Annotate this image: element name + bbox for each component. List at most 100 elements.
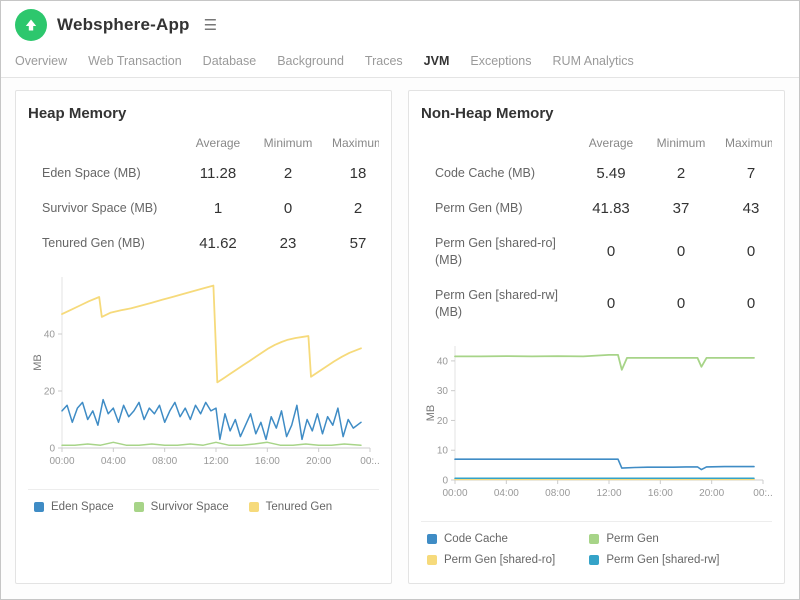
tab-jvm[interactable]: JVM	[424, 49, 450, 77]
survivor-space-swatch	[133, 502, 144, 512]
legend-item-eden-space[interactable]: Eden Space	[34, 501, 114, 513]
table-row: Code Cache (MB) 5.49 2 7	[421, 156, 772, 191]
legend-label: Perm Gen	[606, 532, 659, 545]
empty-header-cell	[421, 128, 576, 156]
legend-label: Tenured Gen	[265, 501, 333, 513]
tab-exceptions[interactable]: Exceptions	[470, 49, 531, 77]
table-header-row: Average Minimum Maximum	[28, 128, 379, 156]
non-heap-stats-table: Average Minimum Maximum Code Cache (MB) …	[421, 128, 772, 330]
avg-value: 11.28	[199, 165, 237, 182]
legend-item-perm-gen-shared-rw[interactable]: Perm Gen [shared-rw]	[589, 554, 731, 566]
min-value: 37	[672, 200, 690, 217]
eden-space-swatch	[34, 502, 44, 512]
tab-database[interactable]: Database	[203, 49, 257, 77]
table-row: Perm Gen [shared-ro] (MB) 0 0 0	[421, 226, 772, 278]
non-heap-memory-chart: 0 10 20 30 40 00:00 04:00 08:00 12:00 16:00 20:00 0…	[421, 338, 773, 511]
col-average: Average	[195, 136, 241, 150]
avg-value: 1	[213, 200, 223, 217]
perm-gen-swatch	[589, 533, 600, 544]
tab-rum-analytics[interactable]: RUM Analytics	[553, 49, 634, 77]
svg-text:0: 0	[49, 444, 55, 455]
app-status-icon	[15, 9, 47, 41]
up-arrow-icon	[25, 19, 37, 31]
legend-item-code-cache[interactable]: Code Cache	[427, 533, 569, 545]
empty-header-cell	[28, 128, 183, 156]
table-row: Eden Space (MB) 11.28 2 18	[28, 156, 379, 191]
min-value: 2	[676, 165, 686, 182]
svg-text:20:00: 20:00	[699, 488, 724, 499]
page-title: Websphere-App	[57, 15, 190, 34]
svg-text:12:00: 12:00	[203, 456, 228, 467]
max-value: 18	[349, 165, 367, 182]
hamburger-menu-icon[interactable]: ☰	[204, 18, 217, 33]
col-minimum: Minimum	[656, 136, 706, 150]
svg-text:00:..: 00:..	[753, 488, 772, 499]
row-label: Tenured Gen (MB)	[42, 236, 145, 251]
heap-chart-legend: Eden Space Survivor Space Tenured Gen	[28, 489, 379, 515]
col-minimum: Minimum	[263, 136, 313, 150]
tab-traces[interactable]: Traces	[365, 49, 403, 77]
legend-label: Perm Gen [shared-ro]	[444, 553, 556, 566]
min-value: 0	[283, 200, 293, 217]
col-maximum: Maximum	[724, 136, 772, 150]
min-value: 0	[676, 243, 686, 261]
legend-label: Survivor Space	[150, 501, 229, 513]
svg-text:00:00: 00:00	[49, 456, 74, 467]
svg-text:MB: MB	[32, 354, 44, 371]
legend-label: Code Cache	[444, 532, 508, 545]
app-window: Websphere-App ☰ Overview Web Transaction…	[0, 0, 800, 600]
max-value: 57	[349, 235, 367, 252]
non-heap-chart-legend: Code Cache Perm Gen Perm Gen [shared-ro]…	[421, 520, 772, 568]
min-value: 2	[283, 165, 293, 182]
table-row: Perm Gen (MB) 41.83 37 43	[421, 191, 772, 226]
heap-memory-panel: Heap Memory Average Minimum Maximum Eden	[15, 90, 392, 584]
row-label: Perm Gen (MB)	[435, 201, 523, 216]
svg-text:30: 30	[437, 386, 449, 397]
tab-web-transaction[interactable]: Web Transaction	[88, 49, 182, 77]
min-value: 23	[279, 235, 297, 252]
row-label: Perm Gen [shared-ro] (MB)	[435, 236, 556, 267]
svg-text:04:00: 04:00	[101, 456, 126, 467]
min-value: 0	[676, 295, 686, 313]
avg-value: 0	[606, 295, 616, 313]
svg-text:08:00: 08:00	[152, 456, 177, 467]
avg-value: 5.49	[596, 165, 626, 182]
legend-item-tenured-gen[interactable]: Tenured Gen	[248, 501, 333, 513]
table-row: Perm Gen [shared-rw] (MB) 0 0 0	[421, 278, 772, 330]
svg-text:16:00: 16:00	[255, 456, 280, 467]
svg-text:04:00: 04:00	[494, 488, 519, 499]
heap-stats-table: Average Minimum Maximum Eden Space (MB) …	[28, 128, 379, 261]
row-label: Survivor Space (MB)	[42, 201, 158, 216]
row-label: Eden Space (MB)	[42, 166, 141, 181]
heap-panel-title: Heap Memory	[28, 105, 127, 122]
svg-text:40: 40	[44, 330, 56, 341]
max-value: 0	[746, 243, 756, 261]
tab-bar: Overview Web Transaction Database Backgr…	[1, 47, 799, 78]
svg-text:20: 20	[437, 415, 449, 426]
heap-memory-chart: 0 20 40 00:00 04:00 08:00 12:00 16:00 20:00 00:..…	[28, 269, 380, 479]
non-heap-panel-title: Non-Heap Memory	[421, 105, 554, 122]
col-average: Average	[588, 136, 634, 150]
legend-item-perm-gen[interactable]: Perm Gen	[589, 533, 731, 545]
table-header-row: Average Minimum Maximum	[421, 128, 772, 156]
tab-background[interactable]: Background	[277, 49, 344, 77]
legend-label: Perm Gen [shared-rw]	[606, 553, 720, 566]
avg-value: 41.62	[199, 235, 237, 252]
svg-text:08:00: 08:00	[545, 488, 570, 499]
legend-item-perm-gen-shared-ro[interactable]: Perm Gen [shared-ro]	[427, 554, 569, 566]
svg-text:10: 10	[437, 445, 449, 456]
tab-overview[interactable]: Overview	[15, 49, 67, 77]
svg-text:20: 20	[44, 387, 56, 398]
svg-text:12:00: 12:00	[596, 488, 621, 499]
svg-text:40: 40	[437, 356, 449, 367]
svg-text:20:00: 20:00	[306, 456, 331, 467]
max-value: 0	[746, 295, 756, 313]
table-row: Survivor Space (MB) 1 0 2	[28, 191, 379, 226]
non-heap-memory-panel: Non-Heap Memory Average Minimum Maximum …	[408, 90, 785, 584]
avg-value: 0	[606, 243, 616, 261]
main-content: Heap Memory Average Minimum Maximum Eden	[1, 78, 799, 599]
code-cache-swatch	[427, 533, 437, 544]
row-label: Code Cache (MB)	[435, 166, 536, 181]
svg-text:16:00: 16:00	[648, 488, 673, 499]
legend-item-survivor-space[interactable]: Survivor Space	[133, 501, 229, 513]
